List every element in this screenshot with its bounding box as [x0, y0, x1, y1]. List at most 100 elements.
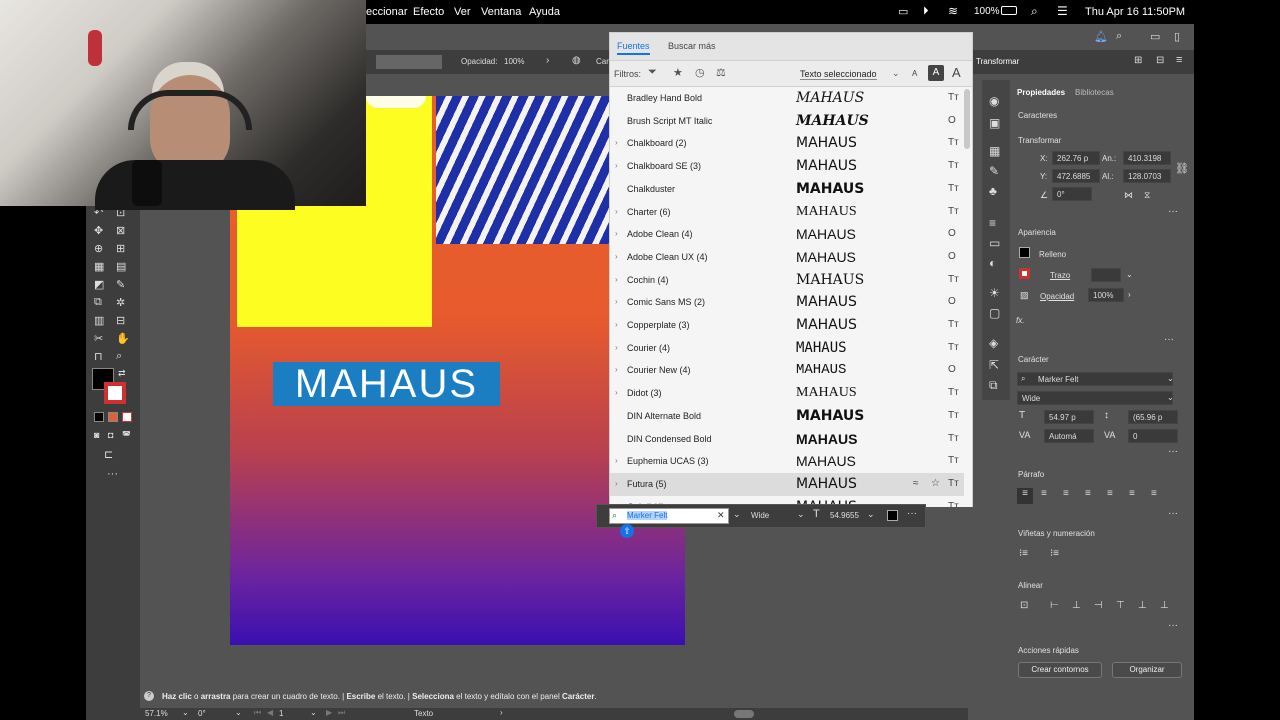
favorite-star-icon[interactable]: ☆	[931, 478, 940, 489]
font-family-select[interactable]: Marker Felt	[1017, 372, 1173, 386]
wifi-icon[interactable]: ≋	[948, 4, 958, 18]
brushes-icon[interactable]: ✎	[989, 164, 999, 178]
menu-efecto[interactable]: Efecto	[413, 6, 444, 18]
gradient-tool-icon[interactable]: ◩	[94, 278, 104, 291]
similar-fonts-icon[interactable]: ≈	[913, 478, 919, 489]
free-transform-icon[interactable]: ⊠	[116, 224, 125, 237]
align-left-edge-icon[interactable]: ⊢	[1050, 600, 1059, 611]
symbols-icon[interactable]: ♣	[989, 184, 997, 198]
x-input[interactable]: 262.76 p	[1052, 151, 1100, 165]
chevron-right-icon[interactable]: ›	[615, 479, 618, 488]
chevron-right-icon[interactable]: ›	[615, 138, 618, 147]
prev-artboard-icon[interactable]: ◀	[267, 708, 273, 717]
gradient-panel-icon[interactable]: ▭	[989, 236, 1000, 250]
align-vcenter-icon[interactable]: ⊥	[1138, 600, 1147, 611]
chevron-right-icon[interactable]: ›	[615, 297, 618, 306]
recent-clock-icon[interactable]: ◷	[695, 66, 705, 79]
print-tiling-icon[interactable]: ⊓	[94, 350, 103, 363]
chevron-right-icon[interactable]: ›	[546, 55, 549, 66]
align-bottom-icon[interactable]: ⊥	[1160, 600, 1169, 611]
menu-seleccionar[interactable]: eccionar	[366, 6, 408, 18]
flip-horizontal-icon[interactable]: ⋈	[1124, 190, 1133, 201]
font-size-input[interactable]: 54.97 p	[1044, 410, 1094, 424]
organizar-button[interactable]: Organizar	[1112, 662, 1182, 678]
font-list-item[interactable]: › Courier (4) MAHAUS Tт	[610, 337, 964, 360]
font-list-item[interactable]: › Futura (5) MAHAUS ≈ ☆ Tт	[610, 472, 964, 496]
transform-link[interactable]: Transformar	[976, 57, 1019, 66]
kerning-input[interactable]: Automá	[1044, 429, 1094, 443]
chevron-right-icon[interactable]: ›	[615, 207, 618, 216]
chevron-right-icon[interactable]: ›	[615, 456, 618, 465]
zoom-level[interactable]: 57.1%	[145, 709, 168, 718]
artboard-tool-icon[interactable]: ⊟	[116, 314, 125, 327]
artboards-icon[interactable]: ⧉	[989, 378, 998, 393]
artboard-number[interactable]: 1	[279, 709, 283, 718]
align-right-icon[interactable]: ≡	[1063, 488, 1069, 499]
align-left-icon[interactable]: ≡	[1017, 488, 1033, 504]
recolor-icon[interactable]: ◍	[572, 55, 581, 66]
stroke-panel-icon[interactable]: ≡	[989, 216, 996, 230]
link-icon[interactable]: ⛓	[1175, 162, 1189, 175]
zebra-pattern-image[interactable]	[436, 96, 616, 244]
tracking-input[interactable]: 0	[1128, 429, 1178, 443]
crear-contornos-button[interactable]: Crear contornos	[1018, 662, 1102, 678]
font-list-item[interactable]: › Chalkboard SE (3) MAHAUS Tт	[610, 155, 964, 178]
chevron-right-icon[interactable]: ›	[615, 161, 618, 170]
align-to-icon[interactable]: ⊡	[1020, 600, 1028, 611]
angle-input[interactable]: 0°	[1052, 187, 1092, 201]
battery-icon[interactable]	[1001, 6, 1017, 15]
font-list-item[interactable]: › Charter (6) MAHAUS Tт	[610, 201, 964, 224]
none-mode-icon[interactable]	[122, 412, 132, 422]
blend-tool-icon[interactable]: ⧉	[94, 296, 102, 309]
chevron-right-icon[interactable]: ›	[1128, 290, 1131, 299]
fill-swatch-field[interactable]	[376, 55, 442, 69]
more-options-icon[interactable]: ···	[1164, 334, 1174, 345]
swap-colors-icon[interactable]: ⇄	[118, 368, 126, 379]
font-list-item[interactable]: DIN Alternate Bold MAHAUS Tт	[610, 405, 964, 428]
stroke-color-swatch[interactable]	[104, 382, 126, 404]
puppet-warp-icon[interactable]: ✥	[94, 224, 103, 237]
flip-vertical-icon[interactable]: ⧖	[1144, 190, 1150, 201]
font-list-item[interactable]: Chalkduster MAHAUS Tт	[610, 178, 964, 201]
justify-left-icon[interactable]: ≡	[1085, 488, 1091, 499]
arrange-icon[interactable]: ⊟	[1156, 55, 1164, 66]
headline-text[interactable]: MAHAUS	[273, 362, 500, 406]
menu-ayuda[interactable]: Ayuda	[529, 6, 560, 18]
sample-size-medium[interactable]: A	[928, 65, 944, 81]
chevron-right-icon[interactable]: ›	[615, 275, 618, 284]
filter-icon[interactable]: ⏷	[648, 66, 657, 79]
fx-label[interactable]: fx.	[1016, 316, 1024, 325]
chevron-right-icon[interactable]: ›	[615, 343, 618, 352]
more-icon[interactable]: ···	[907, 508, 917, 519]
stroke-swatch[interactable]	[1019, 268, 1030, 279]
align-icon[interactable]: ⊞	[1134, 55, 1142, 66]
menu-ver[interactable]: Ver	[454, 6, 471, 18]
bullets-icon[interactable]: ⁝≡	[1019, 548, 1028, 559]
control-center-icon[interactable]: ☰	[1057, 4, 1068, 18]
display-icon[interactable]: ▭	[898, 5, 908, 18]
font-list-item[interactable]: › Adobe Clean UX (4) MAHAUS O	[610, 246, 964, 269]
more-options-icon[interactable]: ···	[1168, 206, 1178, 217]
perspective-grid-icon[interactable]: ▦	[94, 260, 104, 273]
justify-right-icon[interactable]: ≡	[1129, 488, 1135, 499]
graph-tool-icon[interactable]: ▥	[94, 314, 104, 327]
screen-mode-icon[interactable]: ⊏	[104, 448, 113, 461]
trazo-label[interactable]: Trazo	[1050, 271, 1070, 280]
favorites-star-icon[interactable]: ★	[673, 66, 683, 79]
character-link[interactable]: Car	[596, 57, 609, 66]
chevron-right-icon[interactable]: ›	[615, 229, 618, 238]
color-mode-icon[interactable]	[94, 412, 104, 422]
text-color-swatch[interactable]	[887, 510, 898, 521]
sample-mode-select[interactable]: Texto seleccionado	[800, 69, 877, 80]
more-options-icon[interactable]: ···	[1168, 620, 1178, 631]
chevron-down-icon[interactable]: ⌄	[310, 708, 317, 717]
chevron-right-icon[interactable]: ›	[615, 320, 618, 329]
height-input[interactable]: 128.0703	[1123, 169, 1171, 183]
chevron-down-icon[interactable]: ⌄	[235, 708, 242, 717]
zoom-tool-icon[interactable]: ⌕	[116, 350, 122, 363]
chevron-down-icon[interactable]: ⌄	[182, 708, 189, 717]
font-list-item[interactable]: Bradley Hand Bold MAHAUS Tт	[610, 87, 964, 110]
align-center-icon[interactable]: ≡	[1041, 488, 1047, 499]
notification-icon[interactable]: 🔔︎	[1094, 30, 1108, 43]
graphic-styles-icon[interactable]: ▢	[989, 306, 1000, 320]
